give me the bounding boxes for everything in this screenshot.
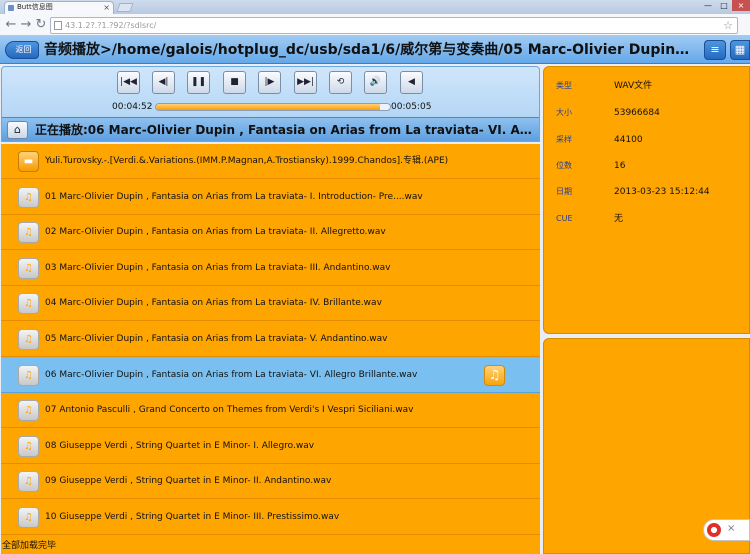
info-row: 大小 53966684: [544, 100, 750, 126]
folder-icon: ▬: [18, 151, 39, 172]
browser-tabstrip: Butt信息图 × — □ ×: [0, 0, 750, 14]
last-track-button[interactable]: ▶▶|: [294, 71, 317, 94]
info-value: 53966684: [614, 108, 660, 118]
list-item-label: 07 Antonio Pasculli , Grand Concerto on …: [45, 405, 414, 416]
info-value: 2013-03-23 15:12:44: [614, 187, 710, 197]
total-time: 00:05:05: [391, 102, 432, 112]
info-key: 类型: [556, 81, 572, 90]
menu-button[interactable]: ≡: [704, 40, 726, 60]
list-item[interactable]: ♫ 08 Giuseppe Verdi , String Quartet in E…: [1, 428, 540, 464]
list-item[interactable]: ♫ 04 Marc-Olivier Dupin , Fantasia on Ari…: [1, 286, 540, 322]
previous-button[interactable]: ◀|: [152, 71, 175, 94]
forward-arrow-icon[interactable]: →: [18, 17, 34, 33]
browser-toolbar: ← → ↻ 43.1.2?.?1.?92/?sdlsrc/ ☆: [0, 14, 750, 36]
info-key: 采样: [556, 135, 572, 144]
info-key: 大小: [556, 108, 572, 117]
back-arrow-icon[interactable]: ←: [3, 17, 19, 33]
volume-button[interactable]: 🔊: [364, 71, 387, 94]
grid-view-button[interactable]: ▦: [730, 40, 750, 60]
list-item-label: 09 Giuseppe Verdi , String Quartet in E …: [45, 476, 332, 487]
new-tab-button[interactable]: [116, 3, 134, 12]
music-file-icon: ♫: [18, 364, 39, 386]
now-playing-note-icon: ♫: [484, 364, 505, 386]
tab-title: Butt信息图: [17, 3, 53, 11]
first-track-button[interactable]: |◀◀: [117, 71, 140, 94]
music-file-icon: ♫: [18, 435, 39, 457]
info-row: 类型 WAV文件: [544, 73, 750, 99]
close-window-button[interactable]: ×: [732, 0, 750, 11]
address-text: 43.1.2?.?1.?92/?sdlsrc/: [65, 21, 157, 30]
list-item[interactable]: ♫ 10 Giuseppe Verdi , String Quartet in E…: [1, 500, 540, 535]
list-item-label: 01 Marc-Olivier Dupin , Fantasia on Aria…: [45, 191, 423, 202]
info-value: WAV文件: [614, 81, 653, 91]
pause-button[interactable]: ❚❚: [187, 71, 210, 94]
reload-icon[interactable]: ↻: [33, 17, 49, 33]
list-item[interactable]: ♫ 07 Antonio Pasculli , Grand Concerto on…: [1, 393, 540, 429]
progress-bar[interactable]: [155, 103, 391, 111]
music-file-icon: ♫: [18, 222, 39, 244]
current-time: 00:04:52: [112, 102, 153, 112]
minimize-button[interactable]: —: [700, 0, 716, 11]
music-file-icon: ♫: [18, 329, 39, 350]
list-item-label: 05 Marc-Olivier Dupin , Fantasia on Aria…: [45, 334, 388, 344]
list-item-label: 03 Marc-Olivier Dupin , Fantasia on Aria…: [45, 262, 391, 273]
logo-icon: [707, 523, 721, 537]
now-playing-title: 正在播放:06 Marc-Olivier Dupin , Fantasia on…: [35, 123, 533, 137]
music-file-icon: ♫: [18, 186, 39, 208]
music-file-icon: ♫: [18, 400, 39, 422]
list-item[interactable]: ♫ 01 Marc-Olivier Dupin , Fantasia on Ari…: [1, 179, 540, 215]
music-file-icon: ♫: [18, 257, 39, 279]
list-item[interactable]: ♫ 03 Marc-Olivier Dupin , Fantasia on Ari…: [1, 250, 540, 286]
back-button[interactable]: 返回: [5, 41, 39, 59]
page-icon: [54, 21, 62, 30]
info-row: 日期 2013-03-23 15:12:44: [544, 179, 750, 205]
info-row: CUE 无: [544, 206, 750, 232]
file-list: ▬ Yuli.Turovsky.-.[Verdi.&.Variations.(IM…: [1, 144, 540, 554]
list-item[interactable]: ▬ Yuli.Turovsky.-.[Verdi.&.Variations.(IM…: [1, 144, 540, 179]
repeat-button[interactable]: ⟲: [329, 71, 352, 94]
list-item[interactable]: ♫ 09 Giuseppe Verdi , String Quartet in E…: [1, 464, 540, 500]
music-file-icon: ♫: [18, 507, 39, 528]
info-key: 日期: [556, 187, 572, 196]
info-value: 无: [614, 214, 624, 224]
favicon-icon: [8, 5, 14, 11]
music-file-icon: ♫: [18, 293, 39, 315]
list-item[interactable]: ♫ 05 Marc-Olivier Dupin , Fantasia on Ari…: [1, 322, 540, 357]
info-key: 位数: [556, 161, 572, 170]
info-row: 位数 16: [544, 153, 750, 179]
app-header: 返回 音频播放>/home/galois/hotplug_dc/usb/sda1…: [0, 36, 750, 64]
list-item-label: Yuli.Turovsky.-.[Verdi.&.Variations.(IMM…: [45, 156, 449, 166]
home-icon[interactable]: ⌂: [7, 121, 28, 139]
list-status: 全部加载完毕: [2, 541, 57, 551]
browser-tab[interactable]: Butt信息图 ×: [4, 1, 114, 14]
info-value: 44100: [614, 135, 643, 145]
progress-fill: [156, 104, 380, 110]
list-item-label: 06 Marc-Olivier Dupin , Fantasia on Aria…: [45, 369, 418, 380]
now-playing-bar: ⌂ 正在播放:06 Marc-Olivier Dupin , Fantasia …: [2, 117, 539, 141]
next-button[interactable]: |▶: [258, 71, 281, 94]
list-item-label: 10 Giuseppe Verdi , String Quartet in E …: [45, 512, 340, 522]
list-item-label: 08 Giuseppe Verdi , String Quartet in E …: [45, 440, 315, 451]
stop-button[interactable]: ■: [223, 71, 246, 94]
star-icon[interactable]: ☆: [723, 18, 733, 33]
page-title: 音频播放>/home/galois/hotplug_dc/usb/sda1/6/…: [44, 42, 694, 58]
address-bar[interactable]: 43.1.2?.?1.?92/?sdlsrc/ ☆: [50, 17, 738, 34]
info-key: CUE: [556, 214, 573, 223]
info-value: 16: [614, 161, 626, 171]
page: { "browser": { "tab_title": "Butt信息图", "…: [0, 0, 750, 554]
file-info-panel: 类型 WAV文件大小 53966684 采样 44100 位数 16 日期 2013-03-23…: [543, 66, 750, 334]
info-row: 采样 44100: [544, 127, 750, 153]
list-item[interactable]: ♫ 02 Marc-Olivier Dupin , Fantasia on Ari…: [1, 215, 540, 251]
close-icon[interactable]: ×: [727, 523, 735, 534]
music-file-icon: ♫: [18, 471, 39, 493]
list-item-label: 04 Marc-Olivier Dupin , Fantasia on Aria…: [45, 298, 382, 309]
list-item-selected[interactable]: ♫ 06 Marc-Olivier Dupin , Fantasia on Ari…: [1, 357, 540, 393]
list-item-label: 02 Marc-Olivier Dupin , Fantasia on Aria…: [45, 227, 386, 238]
maximize-button[interactable]: □: [716, 0, 732, 11]
tab-close-icon[interactable]: ×: [103, 2, 110, 13]
mute-button[interactable]: ◀: [400, 71, 423, 94]
audio-player: |◀◀ ◀| ❚❚ ■ |▶ ▶▶| ⟲ 🔊 ◀ 00:04:52 00:05:05 ⌂ 正在播…: [1, 66, 540, 142]
corner-badge[interactable]: ×: [703, 519, 750, 541]
